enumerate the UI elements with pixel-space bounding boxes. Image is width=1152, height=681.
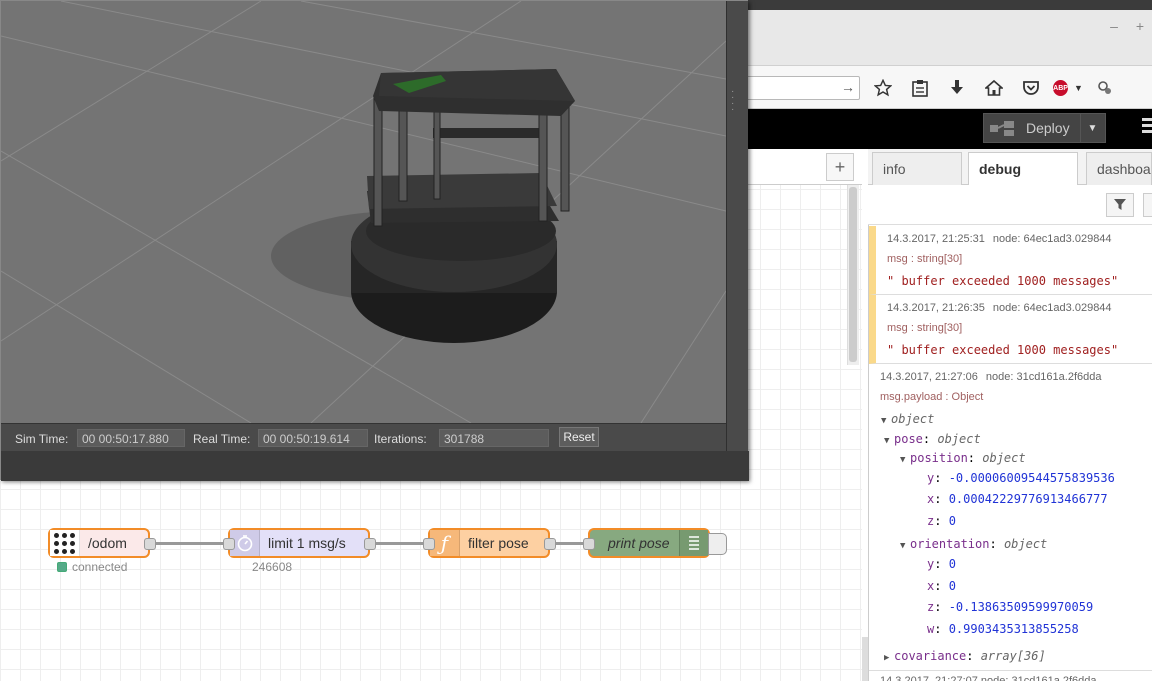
tree-leaf: z: 0: [927, 514, 956, 528]
output-port[interactable]: [364, 538, 376, 550]
ros-node-icon: [50, 530, 80, 556]
message-node-id[interactable]: node: 64ec1ad3.029844: [993, 233, 1112, 245]
message-value: " buffer exceeded 1000 messages": [887, 343, 1119, 357]
main-menu-icon[interactable]: [1142, 118, 1152, 136]
tree-node-covariance[interactable]: ▶ covariance: array[36]: [884, 649, 1046, 663]
debug-list-icon: [678, 530, 708, 556]
tree-node-pose[interactable]: ▼ pose: object: [884, 432, 981, 446]
tree-leaf: x: 0: [927, 579, 956, 593]
download-icon[interactable]: [944, 76, 970, 100]
gazebo-window: · · · · Sim Time: 00 00:50:17.880 Real Time…: [0, 0, 749, 481]
gazebo-3d-view[interactable]: [1, 1, 726, 423]
output-port[interactable]: [544, 538, 556, 550]
message-time: 14.3.2017, 21:27:06: [880, 371, 978, 383]
output-port[interactable]: [144, 538, 156, 550]
message-topic: msg.payload : Object: [880, 391, 984, 403]
node-label: filter pose: [468, 535, 529, 551]
node-status: connected: [57, 560, 127, 574]
reader-icon[interactable]: [907, 76, 933, 100]
message-topic: msg : string[30]: [887, 322, 963, 334]
message-node-id[interactable]: node: 64ec1ad3.029844: [993, 302, 1112, 314]
wire[interactable]: [154, 542, 229, 545]
debug-message: 14.3.2017, 21:25:31 node: 64ec1ad3.029844…: [869, 226, 1152, 295]
tree-node-orientation[interactable]: ▼ orientation: object: [900, 537, 1047, 551]
home-icon[interactable]: [981, 76, 1007, 100]
gazebo-side-panel: [726, 1, 748, 451]
input-port[interactable]: [223, 538, 235, 550]
deploy-menu-caret-icon[interactable]: ▼: [1080, 114, 1104, 142]
sim-time-field: 00 00:50:17.880: [77, 429, 185, 447]
gazebo-status-bar: Sim Time: 00 00:50:17.880 Real Time: 00 …: [1, 423, 726, 451]
workspace-scrollbar-thumb[interactable]: [849, 187, 857, 362]
go-arrow-icon[interactable]: →: [841, 79, 855, 95]
deploy-icon: [984, 114, 1020, 142]
message-time: 14.3.2017, 21:26:35: [887, 302, 985, 314]
deploy-label: Deploy: [1026, 120, 1070, 136]
node-label: limit 1 msg/s: [268, 535, 346, 551]
rate-limit-node[interactable]: limit 1 msg/s: [223, 528, 376, 558]
extension-icon[interactable]: [1092, 76, 1118, 100]
filter-pose-function-node[interactable]: ƒ filter pose: [423, 528, 556, 558]
status-text: connected: [72, 560, 128, 574]
iterations-field: 301788: [439, 429, 549, 447]
iterations-label: Iterations:: [374, 432, 427, 446]
tree-leaf: y: -0.00006009544575839536: [927, 471, 1115, 485]
message-topic: msg : string[30]: [887, 253, 963, 265]
input-port[interactable]: [583, 538, 595, 550]
adblock-label: ABP: [1053, 80, 1068, 96]
status-text: 246608: [252, 560, 293, 574]
tab-dashboard[interactable]: dashboa: [1086, 152, 1152, 185]
pocket-icon[interactable]: [1018, 76, 1044, 100]
node-label: print pose: [608, 535, 670, 551]
clear-debug-button[interactable]: [1143, 193, 1152, 217]
minimize-window-button[interactable]: –: [1108, 18, 1120, 34]
debug-toggle-button[interactable]: [708, 533, 727, 555]
deploy-button[interactable]: Deploy ▼: [983, 113, 1106, 143]
reset-button[interactable]: Reset: [559, 427, 599, 447]
status-indicator: [57, 562, 67, 572]
gazebo-bottom-frame: [1, 451, 749, 481]
debug-message: 14.3.2017, 21:26:35 node: 64ec1ad3.029844…: [869, 295, 1152, 364]
message-node-id[interactable]: node: 31cd161a.2f6dda: [986, 371, 1102, 383]
tree-leaf: w: 0.9903435313855258: [927, 622, 1079, 636]
tree-node-root[interactable]: ▼ object: [881, 412, 934, 426]
tree-leaf: z: -0.13863509599970059: [927, 600, 1094, 614]
print-pose-debug-node[interactable]: print pose: [583, 528, 710, 558]
filter-icon[interactable]: [1106, 193, 1134, 217]
message-time: 14.3.2017, 21:25:31: [887, 233, 985, 245]
message-value: " buffer exceeded 1000 messages": [887, 274, 1119, 288]
node-label: /odom: [88, 535, 127, 551]
tree-leaf: y: 0: [927, 557, 956, 571]
node-status: 246608: [252, 560, 292, 574]
tab-info[interactable]: info: [872, 152, 962, 185]
wire[interactable]: [373, 542, 428, 545]
tree-node-position[interactable]: ▼ position: object: [900, 451, 1026, 465]
input-port[interactable]: [423, 538, 435, 550]
tree-leaf: x: 0.00042229776913466777: [927, 492, 1108, 506]
real-time-label: Real Time:: [193, 432, 251, 446]
panel-drag-handle[interactable]: · · · ·: [731, 87, 734, 115]
sim-time-label: Sim Time:: [15, 432, 69, 446]
star-icon[interactable]: [870, 76, 896, 100]
message-time: 14.3.2017, 21:27:07 node: 31cd161a.2f6dd…: [880, 675, 1097, 681]
real-time-field: 00 00:50:19.614: [258, 429, 368, 447]
adblock-icon[interactable]: ABP ▼: [1053, 76, 1083, 100]
maximize-window-button[interactable]: +: [1134, 18, 1146, 34]
odom-subscriber-node[interactable]: /odom: [48, 528, 156, 558]
add-flow-tab-button[interactable]: +: [826, 153, 854, 181]
tab-debug[interactable]: debug: [968, 152, 1078, 186]
